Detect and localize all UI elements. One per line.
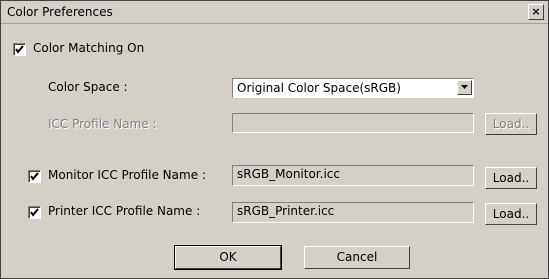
color-preferences-dialog: Color Preferences × Color Matching On Co… bbox=[0, 0, 549, 279]
printer-icc-label: Printer ICC Profile Name : bbox=[48, 204, 201, 218]
icc-profile-load-button: Load.. bbox=[485, 113, 537, 135]
printer-icc-field[interactable]: sRGB_Printer.icc bbox=[232, 202, 474, 223]
ok-button[interactable]: OK bbox=[174, 245, 282, 270]
dropdown-arrow-button[interactable] bbox=[457, 80, 472, 95]
monitor-icc-load-button[interactable]: Load.. bbox=[485, 167, 537, 189]
icc-profile-label: ICC Profile Name : bbox=[48, 117, 157, 131]
monitor-icc-checkbox[interactable] bbox=[28, 170, 41, 183]
checkmark-icon bbox=[15, 45, 24, 54]
monitor-icc-field[interactable]: sRGB_Monitor.icc bbox=[232, 165, 474, 186]
color-space-value: Original Color Space(sRGB) bbox=[237, 81, 401, 95]
chevron-down-icon bbox=[461, 85, 468, 89]
icc-profile-field bbox=[232, 113, 474, 133]
color-matching-checkbox[interactable] bbox=[13, 43, 26, 56]
printer-icc-checkbox[interactable] bbox=[28, 206, 41, 219]
cancel-button[interactable]: Cancel bbox=[304, 246, 410, 269]
printer-icc-load-button[interactable]: Load.. bbox=[485, 203, 537, 225]
color-space-select[interactable]: Original Color Space(sRGB) bbox=[232, 78, 474, 98]
color-matching-label: Color Matching On bbox=[33, 41, 145, 55]
monitor-icc-label: Monitor ICC Profile Name : bbox=[48, 168, 206, 182]
title-bar: Color Preferences × bbox=[1, 1, 548, 24]
color-space-label: Color Space : bbox=[48, 80, 128, 94]
checkmark-icon bbox=[30, 172, 39, 181]
close-button[interactable]: × bbox=[528, 4, 544, 20]
checkmark-icon bbox=[30, 208, 39, 217]
dialog-title: Color Preferences bbox=[7, 5, 113, 19]
